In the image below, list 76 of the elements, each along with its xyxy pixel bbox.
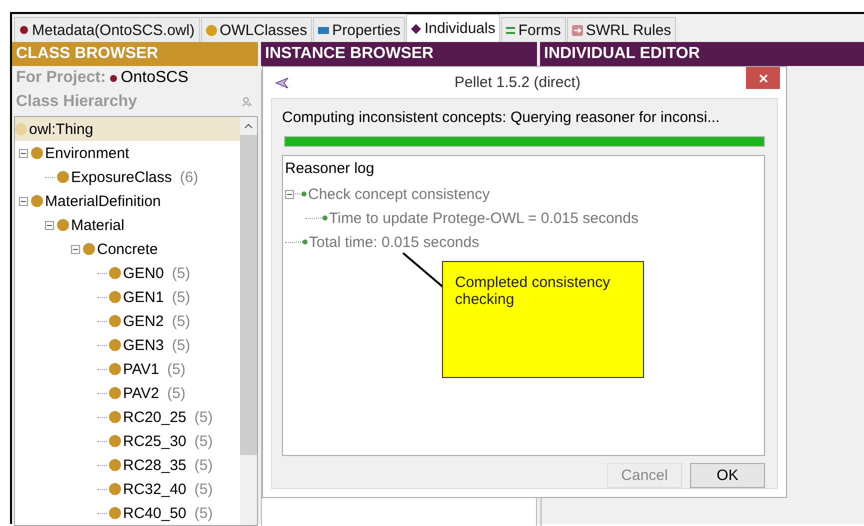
dot-icon — [206, 24, 217, 36]
tree-item[interactable]: PAV1 (5) — [15, 357, 240, 381]
class-dot-icon — [109, 411, 121, 423]
class-dot-icon — [31, 147, 43, 159]
tree-item[interactable]: RC28_35 (5) — [15, 453, 240, 477]
collapse-icon[interactable] — [19, 148, 28, 158]
class-dot-icon — [109, 339, 121, 351]
tree-item[interactable]: Environment — [15, 141, 240, 165]
close-icon — [758, 74, 768, 82]
callout-note: Completed consistency checking — [442, 261, 644, 378]
class-dot-icon — [109, 435, 121, 447]
leader-line — [402, 252, 444, 288]
tree-item[interactable]: GEN3 (5) — [15, 333, 240, 357]
rectangle-icon — [318, 26, 330, 34]
collapse-icon[interactable] — [19, 196, 28, 206]
tree-item[interactable]: Concrete — [15, 237, 240, 261]
tab[interactable]: Properties — [313, 17, 406, 42]
class-dot-icon — [57, 171, 69, 183]
panel-header: INDIVIDUAL EDITOR — [540, 42, 864, 66]
diamond-icon — [411, 24, 422, 34]
tree-item[interactable]: GEN0 (5) — [15, 261, 240, 285]
hierarchy-label: Class Hierarchy — [16, 93, 137, 111]
tree-item[interactable]: GEN1 (5) — [15, 285, 240, 309]
class-dot-icon — [109, 459, 121, 471]
collapse-icon[interactable] — [285, 190, 294, 198]
class-dot-icon — [109, 387, 121, 399]
log-entry: Check concept consistency — [308, 186, 490, 202]
class-dot-icon — [109, 291, 121, 303]
log-title: Reasoner log — [285, 160, 376, 179]
log-entry: Time to update Protege-OWL = 0.015 seconds — [329, 210, 638, 226]
class-dot-icon — [109, 315, 121, 327]
tab[interactable]: Individuals — [406, 14, 500, 42]
tree-item[interactable]: PAV2 (5) — [15, 381, 240, 405]
project-name: OntoSCS — [120, 69, 188, 87]
person-icon — [242, 97, 252, 107]
tree-item[interactable]: MaterialDefinition — [15, 189, 240, 213]
arrow-icon — [572, 24, 583, 36]
project-label: For Project: — [16, 69, 106, 87]
tree-item[interactable]: owl:Thing — [15, 117, 240, 141]
dialog-button[interactable]: OK — [690, 463, 765, 488]
class-dot-icon — [109, 483, 121, 495]
status-text: Computing inconsistent concepts: Querying reasoner for inconsi... — [282, 109, 721, 126]
tab[interactable]: SWRL Rules — [566, 17, 676, 42]
tree-item[interactable]: GEN2 (5) — [15, 309, 240, 333]
panel-header: INSTANCE BROWSER — [261, 42, 537, 66]
tree-item[interactable]: ExposureClass (6) — [15, 165, 240, 189]
dialog-title: Pellet 1.5.2 (direct) — [454, 74, 582, 91]
class-dot-icon — [83, 243, 95, 255]
tree-item[interactable]: RC32_40 (5) — [15, 477, 240, 501]
dot-icon — [19, 25, 29, 35]
tree-item[interactable]: RC40_50 (5) — [15, 501, 240, 525]
equals-icon — [506, 26, 516, 34]
scroll-up-icon[interactable] — [244, 123, 253, 129]
scrollbar[interactable] — [240, 117, 257, 525]
collapse-icon[interactable] — [45, 220, 54, 230]
log-bullet-icon — [295, 191, 307, 197]
tree-item[interactable]: Material — [15, 213, 240, 237]
tree-item[interactable]: RC20_25 (5) — [15, 405, 240, 429]
log-bullet-icon — [296, 239, 308, 245]
close-button[interactable] — [746, 67, 780, 89]
class-dot-icon — [109, 363, 121, 375]
collapse-icon[interactable] — [71, 244, 80, 254]
class-dot-icon — [31, 195, 43, 207]
tree-item[interactable]: RC25_30 (5) — [15, 429, 240, 453]
log-bullet-icon — [316, 215, 328, 221]
tab[interactable]: Forms — [501, 17, 566, 42]
app-logo-icon — [275, 76, 289, 88]
panel-header: CLASS BROWSER — [12, 42, 258, 66]
dot-icon — [110, 74, 117, 82]
class-dot-icon — [109, 507, 121, 519]
class-dot-icon — [15, 123, 27, 135]
tab[interactable]: OWLClasses — [200, 17, 312, 42]
class-dot-icon — [57, 219, 69, 231]
tab[interactable]: Metadata(OntoSCS.owl) — [14, 17, 200, 42]
log-entry: Total time: 0.015 seconds — [309, 234, 480, 250]
class-dot-icon — [109, 267, 121, 279]
